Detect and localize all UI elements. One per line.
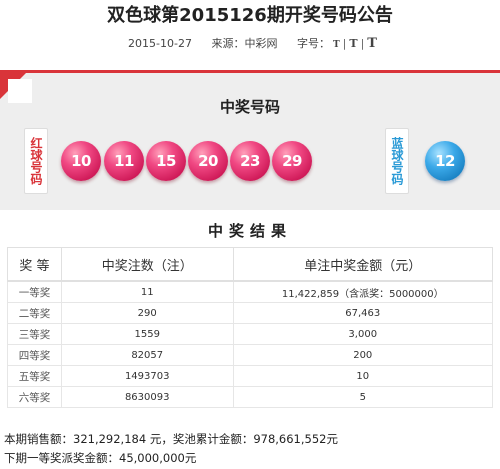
red-ball: 29 bbox=[272, 141, 312, 181]
prize-level: 一等奖 bbox=[7, 280, 62, 303]
winner-count: 1493703 bbox=[60, 365, 234, 387]
winner-count: 11 bbox=[60, 280, 234, 303]
prize-amount: 3,000 bbox=[232, 323, 493, 345]
panel-accent-bar bbox=[0, 70, 500, 73]
source-label: 来源：中彩网 bbox=[211, 37, 278, 50]
blue-ball-label: 蓝球号码 bbox=[385, 128, 409, 194]
next-jackpot-bonus: 下期一等奖派奖金额：45,000,000元 bbox=[4, 451, 197, 465]
winner-count: 1559 bbox=[60, 323, 234, 345]
font-size-medium-button[interactable]: T bbox=[349, 37, 357, 50]
red-ball: 10 bbox=[61, 141, 101, 181]
red-ball: 20 bbox=[188, 141, 228, 181]
separator: | bbox=[360, 37, 365, 50]
prize-amount: 5 bbox=[232, 386, 493, 408]
red-ball: 11 bbox=[104, 141, 144, 181]
prize-table: 奖 等 中奖注数（注） 单注中奖金额（元） 一等奖 11 11,422,859（… bbox=[7, 247, 493, 408]
table-row: 一等奖 11 11,422,859（含派奖：5000000） bbox=[7, 280, 493, 303]
red-ball: 23 bbox=[230, 141, 270, 181]
table-row: 二等奖 290 67,463 bbox=[7, 302, 493, 324]
winner-count: 82057 bbox=[60, 344, 234, 366]
prize-level: 三等奖 bbox=[7, 323, 62, 345]
table-row: 三等奖 1559 3,000 bbox=[7, 323, 493, 345]
font-size-control: 字号： bbox=[297, 37, 330, 50]
prize-amount: 11,422,859（含派奖：5000000） bbox=[232, 280, 493, 303]
column-header-count: 中奖注数（注） bbox=[60, 247, 234, 282]
prize-amount: 67,463 bbox=[232, 302, 493, 324]
font-size-label: 字号： bbox=[296, 37, 330, 50]
font-size-small-button[interactable]: T bbox=[333, 40, 340, 50]
article-meta: 2015-10-27 来源：中彩网 字号： T | T | T bbox=[0, 36, 500, 53]
table-row: 四等奖 82057 200 bbox=[7, 344, 493, 366]
winning-numbers-panel bbox=[0, 70, 500, 210]
publish-date: 2015-10-27 bbox=[128, 37, 192, 50]
winner-count: 8630093 bbox=[60, 386, 234, 408]
sales-summary: 本期销售额：321,292,184 元，奖池累计金额：978,661,552元 bbox=[4, 432, 338, 446]
red-ball: 15 bbox=[146, 141, 186, 181]
table-row: 五等奖 1493703 10 bbox=[7, 365, 493, 387]
red-ball-label: 红球号码 bbox=[24, 128, 48, 194]
font-size-large-button[interactable]: T bbox=[367, 36, 377, 51]
column-header-level: 奖 等 bbox=[7, 247, 62, 282]
prize-amount: 10 bbox=[232, 365, 493, 387]
prize-level: 六等奖 bbox=[7, 386, 62, 408]
column-header-amount: 单注中奖金额（元） bbox=[232, 247, 493, 282]
prize-level: 五等奖 bbox=[7, 365, 62, 387]
page-title: 双色球第2015126期开奖号码公告 bbox=[107, 5, 393, 26]
separator: | bbox=[342, 37, 347, 50]
winning-numbers-title: 中奖号码 bbox=[219, 98, 280, 116]
prize-level: 四等奖 bbox=[7, 344, 62, 366]
table-header-row: 奖 等 中奖注数（注） 单注中奖金额（元） bbox=[7, 247, 493, 282]
prize-amount: 200 bbox=[232, 344, 493, 366]
winner-count: 290 bbox=[60, 302, 234, 324]
blue-ball: 12 bbox=[425, 141, 465, 181]
table-row: 六等奖 8630093 5 bbox=[7, 386, 493, 408]
results-title: 中奖结果 bbox=[207, 222, 292, 240]
prize-level: 二等奖 bbox=[7, 302, 62, 324]
